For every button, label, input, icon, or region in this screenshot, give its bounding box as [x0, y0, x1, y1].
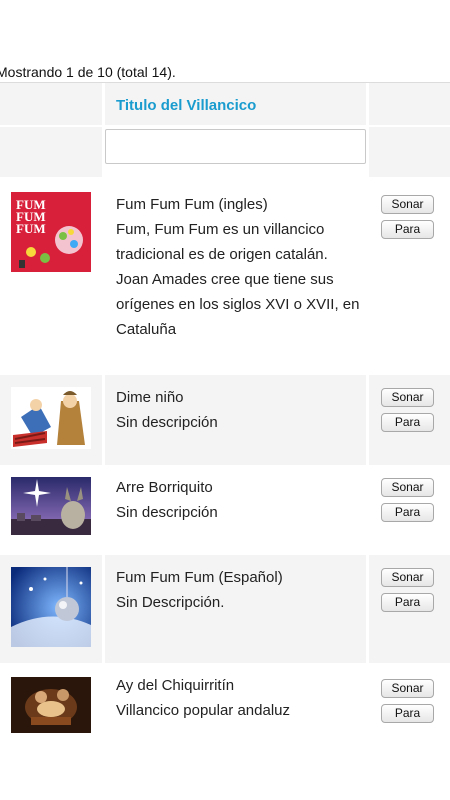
- filter-cell: [105, 127, 366, 177]
- stop-button[interactable]: Para: [381, 704, 434, 723]
- song-thumbnail: [11, 567, 91, 647]
- song-description: Sin Descripción.: [116, 594, 225, 611]
- song-title: Arre Borriquito: [116, 479, 213, 496]
- row-actions-cell: Sonar Para: [369, 663, 450, 733]
- nativity-image: [11, 387, 91, 449]
- cover-text: FUM: [16, 221, 46, 236]
- song-title: Fum Fum Fum (Español): [116, 569, 283, 586]
- row-actions-cell: Sonar Para: [369, 555, 450, 663]
- play-button[interactable]: Sonar: [381, 388, 434, 407]
- stop-button[interactable]: Para: [381, 593, 434, 612]
- song-thumbnail: [11, 677, 91, 733]
- song-description: Villancico popular andaluz: [116, 702, 291, 719]
- song-description: Fum, Fum Fum es un villancico tradiciona…: [116, 221, 360, 338]
- row-text-cell: Fum Fum Fum (ingles) Fum, Fum Fum es un …: [105, 177, 366, 375]
- row-image-cell: [0, 375, 102, 465]
- row-image-cell: [0, 555, 102, 663]
- play-button[interactable]: Sonar: [381, 478, 434, 497]
- filter-cell-actions: [369, 127, 450, 177]
- row-text-cell: Dime niño Sin descripción: [105, 375, 366, 465]
- header-cell-image: [0, 83, 102, 125]
- row-image-cell: [0, 663, 102, 733]
- song-thumbnail: [11, 477, 91, 535]
- song-thumbnail: FUM FUM FUM: [11, 192, 91, 272]
- stop-button[interactable]: Para: [381, 503, 434, 522]
- song-title: Dime niño: [116, 389, 184, 406]
- fum-fum-fum-cover-image: FUM FUM FUM: [11, 192, 91, 272]
- song-title: Ay del Chiquirritín: [116, 677, 235, 694]
- play-button[interactable]: Sonar: [381, 679, 434, 698]
- row-actions-cell: Sonar Para: [369, 375, 450, 465]
- row-text-cell: Fum Fum Fum (Español) Sin Descripción.: [105, 555, 366, 663]
- results-summary: Mostrando 1 de 10 (total 14).: [0, 64, 176, 80]
- row-text-cell: Ay del Chiquirritín Villancico popular a…: [105, 663, 366, 733]
- row-actions-cell: Sonar Para: [369, 465, 450, 555]
- column-header-title[interactable]: Titulo del Villancico: [116, 97, 256, 114]
- song-title: Fum Fum Fum (ingles): [116, 196, 268, 213]
- nativity-painting-image: [11, 677, 91, 733]
- filter-cell-image: [0, 127, 102, 177]
- play-button[interactable]: Sonar: [381, 195, 434, 214]
- song-description: Sin descripción: [116, 414, 218, 431]
- header-cell-actions: [369, 83, 450, 125]
- row-text-cell: Arre Borriquito Sin descripción: [105, 465, 366, 555]
- song-thumbnail: [11, 387, 91, 449]
- row-actions-cell: Sonar Para: [369, 177, 450, 375]
- donkey-night-image: [11, 477, 91, 535]
- play-button[interactable]: Sonar: [381, 568, 434, 587]
- header-cell-title[interactable]: Titulo del Villancico: [105, 83, 366, 125]
- row-image-cell: [0, 465, 102, 555]
- title-filter-input[interactable]: [105, 129, 366, 164]
- christmas-ornaments-image: [11, 567, 91, 647]
- song-description: Sin descripción: [116, 504, 218, 521]
- stop-button[interactable]: Para: [381, 220, 434, 239]
- row-image-cell: FUM FUM FUM: [0, 177, 102, 375]
- stop-button[interactable]: Para: [381, 413, 434, 432]
